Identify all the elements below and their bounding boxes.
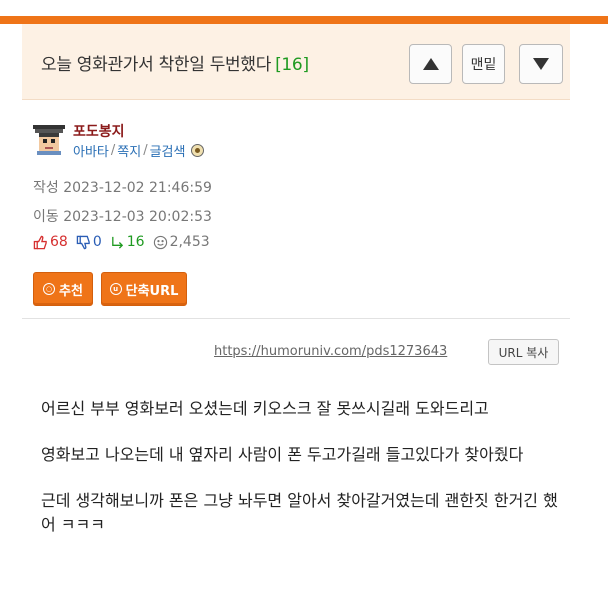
member-badge-icon (191, 144, 205, 157)
post-header: 오늘 영화관가서 착한일 두번했다 [16] 맨밑 (22, 24, 570, 100)
recommend-button[interactable]: ○ 추천 (33, 272, 93, 306)
recommend-label: 추천 (59, 283, 83, 299)
created-date: 작성 2023-12-02 21:46:59 (33, 180, 212, 196)
post-search-link[interactable]: 글검색 (150, 141, 186, 160)
downvote-count: 0 (92, 234, 102, 250)
reply-count: 16 (126, 234, 145, 250)
comment-count[interactable]: [16] (275, 55, 309, 75)
circle-u-icon: u (109, 283, 122, 295)
body-paragraph: 영화보고 나오는데 내 옆자리 사람이 폰 두고가길래 들고있다가 찾아줬다 (41, 445, 524, 464)
view-count: 2,453 (169, 234, 210, 250)
divider (22, 318, 570, 319)
thumbs-up-icon (33, 235, 47, 249)
views-stat: 2,453 (153, 234, 210, 250)
post-url-link[interactable]: https://humoruniv.com/pds1273643 (214, 344, 447, 359)
reply-stat[interactable]: 16 (110, 234, 145, 250)
avatar-link[interactable]: 아바타 (73, 141, 109, 160)
scroll-down-button[interactable] (519, 44, 563, 84)
author-links: 아바타 / 쪽지 / 글검색 (73, 141, 205, 160)
post-body: 어르신 부부 영화보러 오셨는데 키오스크 잘 못쓰시길래 도와드리고 영화보고… (41, 397, 565, 559)
link-separator: / (143, 143, 148, 158)
scroll-bottom-button[interactable]: 맨밑 (462, 44, 505, 84)
avatar[interactable] (33, 123, 65, 155)
circle-icon: ○ (43, 283, 56, 295)
triangle-up-icon (422, 58, 439, 70)
link-separator: / (110, 143, 116, 158)
body-paragraph: 어르신 부부 영화보러 오셨는데 키오스크 잘 못쓰시길래 도와드리고 (41, 399, 489, 418)
triangle-down-icon (533, 58, 549, 70)
post-stats: 68 0 16 2,453 (33, 234, 218, 250)
thumbs-down-icon (76, 235, 90, 249)
downvote-stat[interactable]: 0 (76, 234, 102, 250)
short-url-label: 단축URL (125, 283, 179, 299)
moved-date: 이동 2023-12-03 20:02:53 (33, 209, 212, 225)
smiley-icon (153, 235, 167, 249)
author-name[interactable]: 포도봉지 (73, 121, 125, 141)
post-title: 오늘 영화관가서 착한일 두번했다 [16] (41, 50, 309, 75)
reply-arrow-icon (111, 236, 123, 249)
upvote-count: 68 (50, 234, 68, 250)
upvote-stat[interactable]: 68 (33, 234, 68, 250)
post-title-text: 오늘 영화관가서 착한일 두번했다 (41, 55, 272, 75)
scroll-up-button[interactable] (409, 44, 452, 84)
short-url-button[interactable]: u 단축URL (101, 272, 187, 306)
body-paragraph: 근데 생각해보니까 폰은 그냥 놔두면 알아서 찾아갈거였는데 괜한짓 한거긴 … (41, 491, 558, 534)
top-accent-bar (0, 16, 608, 24)
url-copy-button[interactable]: URL 복사 (488, 339, 559, 365)
message-link[interactable]: 쪽지 (117, 141, 141, 160)
